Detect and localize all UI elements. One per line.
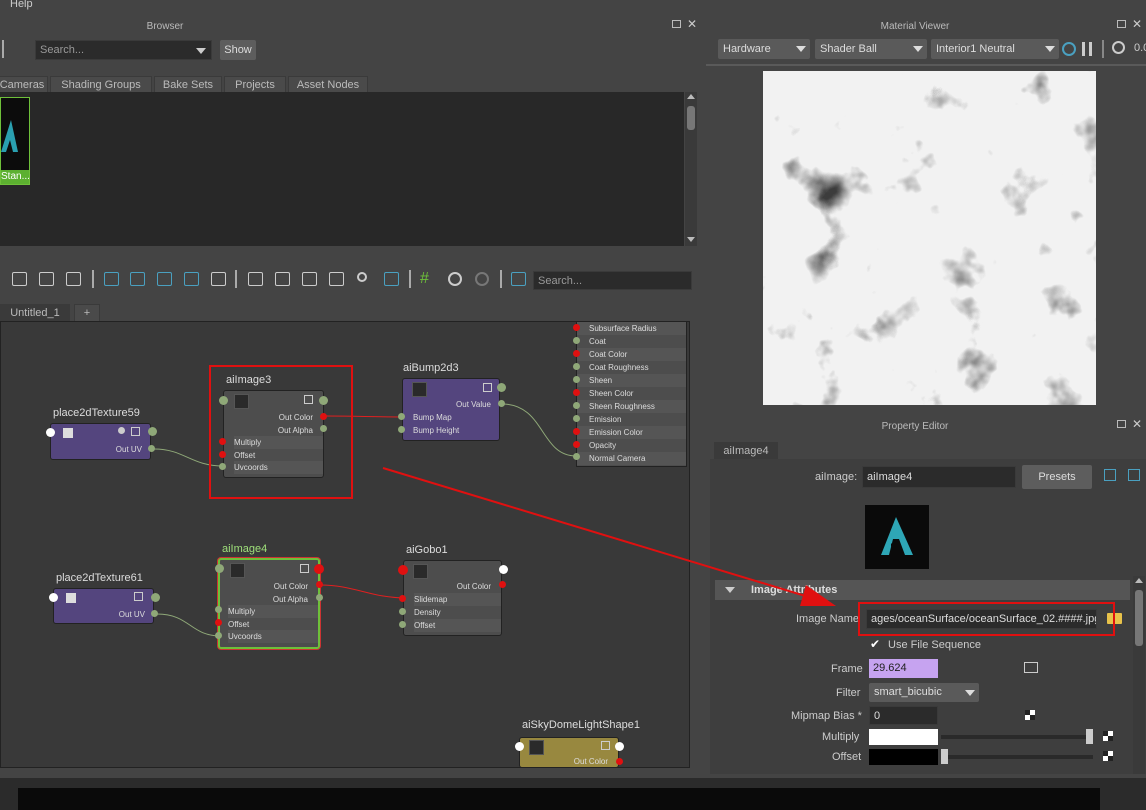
- annotation-arrow: [382, 467, 836, 606]
- bottom-dark-area: [18, 788, 1100, 810]
